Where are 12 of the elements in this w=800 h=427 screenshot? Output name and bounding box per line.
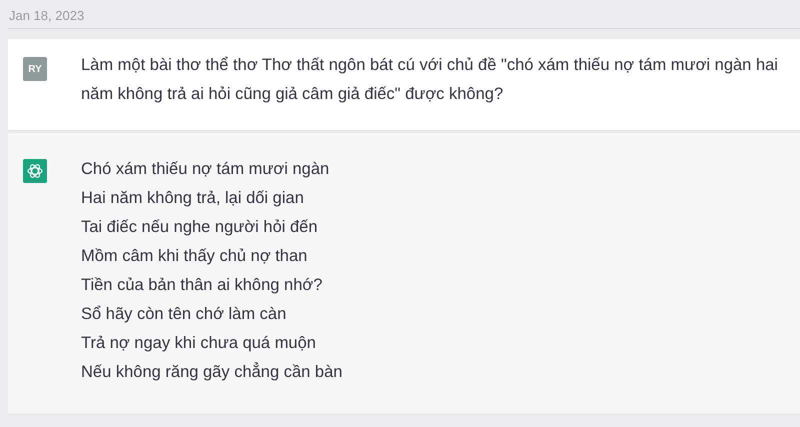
poem-line: Nếu không răng gãy chẳng cần bàn (81, 361, 342, 383)
assistant-logo-icon (23, 159, 47, 183)
poem-line: Hai năm không trả, lại dối gian (81, 188, 305, 209)
poem-line: Tai điếc nếu nghe người hỏi đến (81, 217, 319, 238)
user-avatar: RY (23, 57, 47, 81)
poem-line: Sổ hãy còn tên chớ làm càn (81, 304, 288, 325)
poem-line: Tiền của bản thân ai không nhớ? (81, 275, 324, 296)
poem-line: Mồm câm khi thấy chủ nợ than (81, 246, 308, 267)
date-label: Jan 18, 2023 (8, 8, 86, 25)
message-text: Làm một bài thơ thể thơ Thơ thất ngôn bát cú với chủ đề "chó xám thiếu nợ tám mươi ngàn hai năm không trả ai hỏi cũng giả câm giả điếc" được không? (81, 55, 779, 105)
poem-line: Chó xám thiếu nợ tám mươi ngàn (81, 159, 330, 180)
poem-line: Trả nợ ngay khi chưa quá muộn (81, 333, 317, 354)
